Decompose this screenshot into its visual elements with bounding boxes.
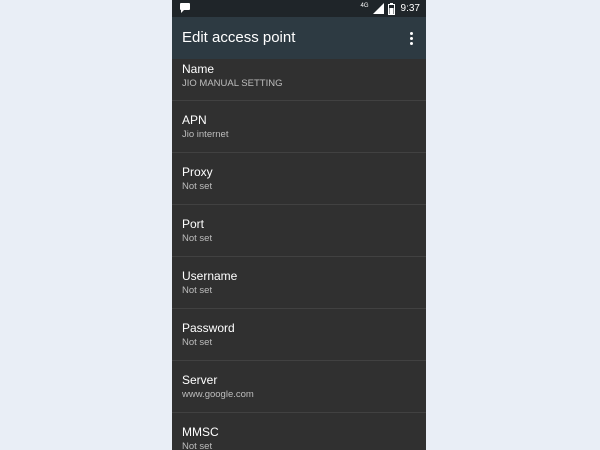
setting-value: Not set	[182, 441, 213, 450]
setting-item-proxy[interactable]: Proxy Not set	[172, 153, 426, 205]
battery-icon	[387, 2, 395, 15]
status-bar: 4G 9:37	[172, 0, 426, 17]
setting-item-username[interactable]: Username Not set	[172, 257, 426, 309]
setting-item-password[interactable]: Password Not set	[172, 309, 426, 361]
setting-title: Port	[182, 217, 205, 231]
setting-value: JIO MANUAL SETTING	[182, 78, 283, 89]
app-bar: Edit access point	[172, 17, 426, 59]
setting-item-server[interactable]: Server www.google.com	[172, 361, 426, 413]
overflow-dot	[409, 41, 413, 45]
setting-value: Not set	[182, 285, 213, 296]
setting-title: Name	[182, 62, 215, 76]
overflow-dot	[409, 36, 413, 40]
setting-item-mmsc[interactable]: MMSC Not set	[172, 413, 426, 450]
setting-value: Not set	[182, 233, 213, 244]
setting-value: Not set	[182, 337, 213, 348]
settings-list: Name JIO MANUAL SETTING APN Jio internet…	[172, 59, 426, 450]
overflow-dot	[409, 31, 413, 35]
notification-icon	[179, 2, 191, 14]
page-title: Edit access point	[182, 29, 296, 46]
setting-item-name[interactable]: Name JIO MANUAL SETTING	[172, 59, 426, 101]
setting-value: Not set	[182, 181, 213, 192]
setting-item-port[interactable]: Port Not set	[172, 205, 426, 257]
phone-screen: 4G 9:37 Edit access point Name JIO MANUA…	[172, 0, 426, 450]
setting-title: Password	[182, 321, 235, 335]
setting-title: MMSC	[182, 425, 219, 439]
signal-icon	[372, 3, 384, 14]
status-time: 9:37	[400, 3, 420, 14]
network-type-icon: 4G	[361, 2, 369, 10]
setting-title: Proxy	[182, 165, 213, 179]
setting-value: www.google.com	[182, 389, 254, 400]
setting-title: Server	[182, 373, 218, 387]
network-label: 4G	[360, 3, 369, 9]
setting-item-apn[interactable]: APN Jio internet	[172, 101, 426, 153]
more-options-icon[interactable]	[404, 28, 418, 48]
setting-value: Jio internet	[182, 129, 229, 140]
setting-title: Username	[182, 269, 238, 283]
setting-title: APN	[182, 113, 207, 127]
status-icons: 4G 9:37	[361, 2, 420, 15]
